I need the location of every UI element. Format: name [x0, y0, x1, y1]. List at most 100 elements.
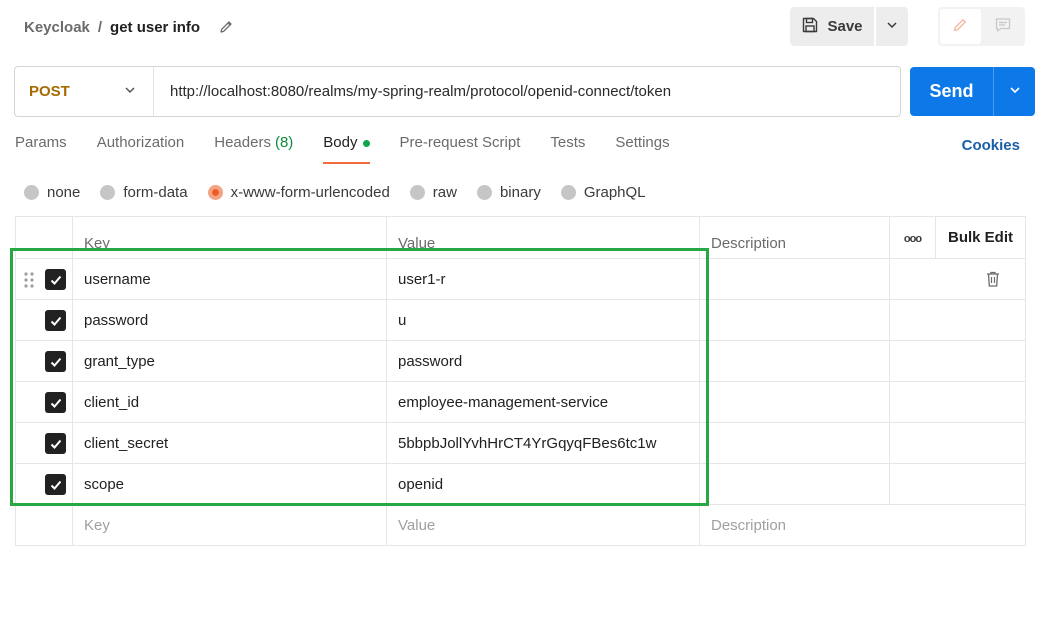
method-select[interactable]: POST: [15, 67, 154, 116]
row-description[interactable]: [699, 381, 890, 423]
new-key-input[interactable]: Key: [72, 504, 387, 546]
check-icon: [50, 275, 61, 285]
row-controls: [15, 381, 73, 423]
header-value: Value: [386, 216, 700, 259]
row-actions: [889, 463, 1026, 505]
breadcrumb-collection[interactable]: Keycloak: [24, 19, 90, 36]
row-key[interactable]: password: [72, 299, 387, 341]
row-key[interactable]: grant_type: [72, 340, 387, 382]
tab-params[interactable]: Params: [15, 134, 67, 164]
row-actions: [889, 258, 1026, 300]
edit-mode-button[interactable]: [940, 9, 981, 44]
row-value[interactable]: password: [386, 340, 700, 382]
headers-count: (8): [274, 134, 294, 151]
radio-circle: [560, 184, 576, 200]
url-input[interactable]: [154, 83, 900, 100]
request-tabs: Params Authorization Headers (8) Body Pre…: [15, 134, 700, 164]
check-icon: [50, 439, 61, 449]
radio-binary[interactable]: binary: [476, 183, 541, 201]
table-row: password u: [15, 299, 1026, 341]
check-icon: [50, 398, 61, 408]
pencil-icon[interactable]: [218, 19, 234, 35]
row-key[interactable]: scope: [72, 463, 387, 505]
tab-label: Authorization: [96, 134, 185, 151]
new-description-input[interactable]: Description: [699, 504, 1026, 546]
radio-x-www-form-urlencoded[interactable]: x-www-form-urlencoded: [207, 184, 390, 201]
tab-pre-request-script[interactable]: Pre-request Script: [400, 134, 521, 164]
row-key[interactable]: username: [72, 258, 387, 300]
row-key[interactable]: client_id: [72, 381, 387, 423]
row-actions: [889, 422, 1026, 464]
row-checkbox[interactable]: [45, 310, 66, 331]
tab-authorization[interactable]: Authorization: [97, 134, 185, 164]
send-group: Send: [910, 67, 1035, 116]
tab-headers[interactable]: Headers (8): [214, 134, 293, 164]
request-name[interactable]: get user info: [110, 19, 200, 36]
row-value[interactable]: 5bbpbJollYvhHrCT4YrGqyqFBes6tc1w: [386, 422, 700, 464]
row-checkbox[interactable]: [45, 269, 66, 290]
trash-icon[interactable]: [985, 270, 1001, 292]
new-value-input[interactable]: Value: [386, 504, 700, 546]
radio-label: GraphQL: [583, 183, 646, 201]
bulk-edit-button[interactable]: Bulk Edit: [935, 216, 1026, 259]
tab-tests[interactable]: Tests: [550, 134, 585, 164]
radio-label: none: [47, 183, 81, 201]
row-value[interactable]: user1-r: [386, 258, 700, 300]
row-description[interactable]: [699, 422, 890, 464]
more-options-button[interactable]: ooo: [889, 216, 936, 259]
radio-raw[interactable]: raw: [409, 183, 457, 201]
save-group: Save: [790, 7, 908, 46]
send-button[interactable]: Send: [910, 67, 994, 116]
row-controls: [15, 299, 73, 341]
row-description[interactable]: [699, 340, 890, 382]
send-options-button[interactable]: [994, 67, 1035, 116]
header-key: Key: [72, 216, 387, 259]
row-description[interactable]: [699, 299, 890, 341]
row-checkbox[interactable]: [45, 433, 66, 454]
radio-label: raw: [432, 183, 457, 201]
row-checkbox[interactable]: [45, 474, 66, 495]
tab-settings[interactable]: Settings: [615, 134, 669, 164]
row-value[interactable]: u: [386, 299, 700, 341]
radio-form-data[interactable]: form-data: [100, 183, 188, 201]
radio-circle: [24, 184, 39, 200]
radio-graphql[interactable]: GraphQL: [560, 183, 646, 201]
row-description[interactable]: [699, 463, 890, 505]
header-description: Description: [699, 216, 890, 259]
radio-none[interactable]: none: [24, 184, 80, 201]
row-checkbox[interactable]: [45, 351, 66, 372]
table-row: grant_type password: [15, 340, 1026, 382]
radio-label: form-data: [123, 183, 188, 201]
view-toggle: [938, 7, 1025, 46]
drag-handle-icon[interactable]: [24, 272, 34, 292]
row-value[interactable]: employee-management-service: [386, 381, 700, 423]
tab-label: Body: [323, 134, 358, 151]
breadcrumb: Keycloak / get user info: [24, 16, 234, 38]
floppy-disk-icon: [801, 16, 819, 38]
request-url-bar: POST: [14, 66, 901, 117]
save-options-button[interactable]: [876, 7, 908, 46]
tab-label: Settings: [615, 134, 670, 151]
comment-icon: [994, 16, 1012, 38]
tab-label: Params: [15, 134, 67, 151]
row-controls: [15, 422, 73, 464]
params-table: Key Value Description ooo Bulk Edit user…: [15, 216, 1026, 546]
radio-label: binary: [499, 183, 541, 201]
radio-circle: [100, 184, 116, 200]
row-key[interactable]: client_secret: [72, 422, 387, 464]
chevron-down-icon: [885, 18, 899, 36]
row-checkbox[interactable]: [45, 392, 66, 413]
cookies-link[interactable]: Cookies: [962, 137, 1020, 154]
table-header: Key Value Description ooo Bulk Edit: [15, 216, 1026, 259]
row-value[interactable]: openid: [386, 463, 700, 505]
save-button[interactable]: Save: [790, 7, 874, 46]
table-row: scope openid: [15, 463, 1026, 505]
row-controls: [15, 258, 73, 300]
tab-body[interactable]: Body: [323, 134, 370, 164]
new-row: Key Value Description: [15, 504, 1026, 546]
radio-circle: [409, 184, 425, 200]
chevron-down-icon: [1008, 83, 1022, 101]
tab-label: Pre-request Script: [399, 134, 521, 151]
row-description[interactable]: [699, 258, 890, 300]
comments-button[interactable]: [983, 9, 1024, 44]
